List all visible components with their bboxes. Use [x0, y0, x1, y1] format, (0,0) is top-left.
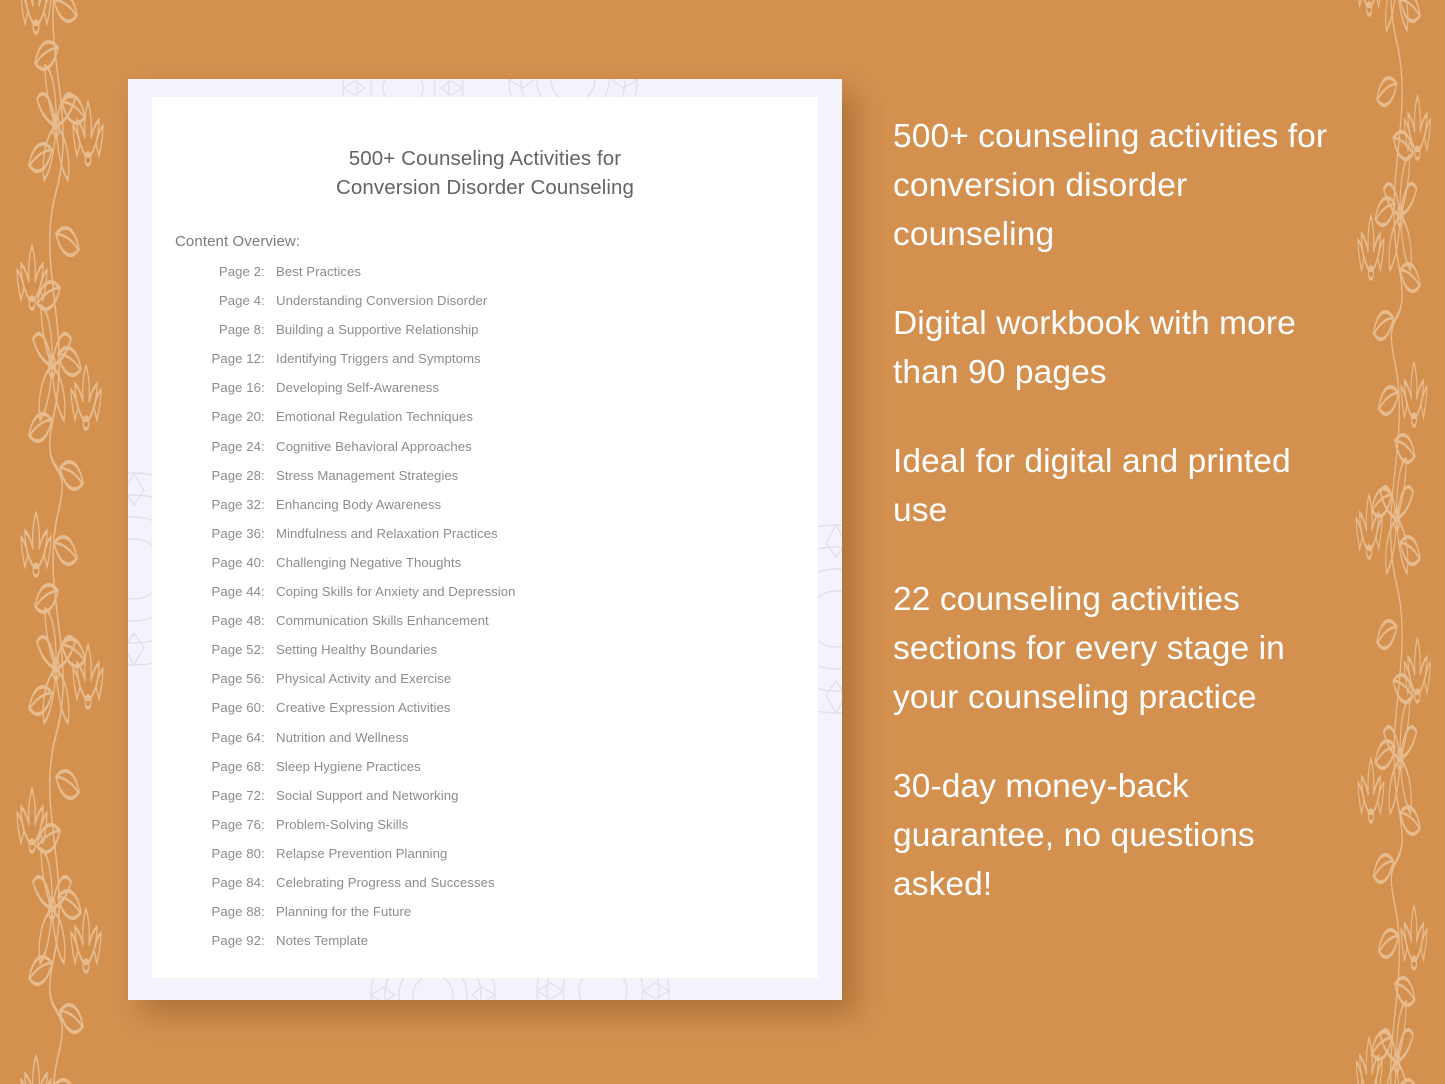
floral-vine-icon	[0, 0, 130, 1084]
toc-page-number: Page 52	[211, 642, 261, 658]
table-of-contents-row: Page 64: Nutrition and Wellness	[198, 730, 818, 759]
floral-border-left	[0, 0, 130, 1084]
toc-entry-title: Challenging Negative Thoughts	[276, 554, 462, 570]
toc-entry-title: Notes Template	[276, 933, 369, 949]
table-of-contents-row: Page 44: Coping Skills for Anxiety and De…	[198, 584, 818, 613]
toc-page-number: Page 80	[211, 845, 261, 861]
marketing-bullet-list: 500+ counseling activities for conversio…	[893, 112, 1345, 909]
floral-vine-icon	[1333, 0, 1445, 1084]
marketing-bullet: 22 counseling activities sections for ev…	[893, 581, 1285, 716]
toc-page-number: Page 32	[211, 496, 261, 512]
table-of-contents-row: Page 72: Social Support and Networking	[198, 788, 818, 817]
toc-page-number: Page 8	[218, 322, 261, 338]
table-of-contents-row: Page 52: Setting Healthy Boundaries	[198, 642, 818, 671]
table-of-contents-row: Page 76: Problem-Solving Skills	[198, 817, 818, 846]
document-title-line-2: Conversion Disorder Counseling	[335, 176, 635, 199]
table-of-contents-row: Page 60: Creative Expression Activities	[198, 700, 818, 729]
document-title: 500+ Counseling Activities for Conversio…	[152, 144, 818, 202]
table-of-contents-row: Page 16: Developing Self-Awareness	[198, 380, 818, 409]
toc-page-number: Page 28	[211, 467, 261, 483]
toc-entry-title: Physical Activity and Exercise	[276, 671, 452, 687]
toc-page-number: Page 20	[211, 409, 261, 425]
table-of-contents-row: Page 24: Cognitive Behavioral Approaches	[198, 439, 818, 468]
toc-entry-title: Sleep Hygiene Practices	[276, 758, 421, 774]
toc-page-number: Page 68	[211, 758, 261, 774]
toc-entry-title: Building a Supportive Relationship	[276, 322, 479, 338]
toc-entry-title: Best Practices	[276, 264, 361, 279]
toc-page-number: Page 88	[211, 904, 261, 920]
document-page: 500+ Counseling Activities for Conversio…	[152, 97, 818, 978]
toc-page-number: Page 64	[211, 729, 261, 745]
toc-entry-title: Planning for the Future	[276, 904, 412, 920]
table-of-contents-row: Page 92: Notes Template	[198, 933, 818, 962]
toc-page-number: Page 4	[218, 293, 261, 309]
table-of-contents-row: Page 8: Building a Supportive Relationshi…	[198, 322, 818, 351]
table-of-contents: Page 2: Best Practices Page 4: Understandin…	[198, 264, 818, 962]
marketing-bullet: Ideal for digital and printed use	[893, 443, 1291, 529]
toc-page-number: Page 44	[211, 584, 261, 600]
table-of-contents-row: Page 36: Mindfulness and Relaxation Pract…	[198, 526, 818, 555]
toc-page-number: Page 48	[211, 613, 261, 629]
toc-entry-title: Problem-Solving Skills	[276, 816, 409, 832]
toc-entry-title: Relapse Prevention Planning	[276, 845, 448, 861]
toc-page-number: Page 72	[211, 787, 261, 803]
marketing-bullet: 30-day money-back guarantee, no question…	[893, 768, 1255, 903]
floral-border-right	[1333, 0, 1445, 1084]
marketing-bullet: Digital workbook with more than 90 pages	[893, 305, 1296, 391]
toc-page-number: Page 40	[211, 554, 261, 570]
content-overview-label: Content Overview:	[175, 233, 301, 250]
toc-page-number: Page 60	[211, 700, 261, 716]
toc-entry-title: Celebrating Progress and Successes	[276, 874, 495, 890]
toc-page-number: Page 36	[211, 525, 261, 541]
table-of-contents-row: Page 80: Relapse Prevention Planning	[198, 846, 818, 875]
table-of-contents-row: Page 40: Challenging Negative Thoughts	[198, 555, 818, 584]
table-of-contents-row: Page 12: Identifying Triggers and Symptom…	[198, 351, 818, 380]
product-card: 500+ Counseling Activities for Conversio…	[128, 79, 842, 1000]
toc-page-number: Page 76	[211, 816, 261, 832]
toc-entry-title: Mindfulness and Relaxation Practices	[276, 525, 498, 541]
toc-page-number: Page 92	[211, 933, 261, 949]
table-of-contents-row: Page 84: Celebrating Progress and Success…	[198, 875, 818, 904]
table-of-contents-row: Page 4: Understanding Conversion Disorder	[198, 293, 818, 322]
toc-entry-title: Cognitive Behavioral Approaches	[276, 438, 472, 454]
table-of-contents-row: Page 88: Planning for the Future	[198, 904, 818, 933]
toc-entry-title: Nutrition and Wellness	[276, 729, 409, 745]
toc-entry-title: Developing Self-Awareness	[276, 380, 440, 396]
toc-entry-title: Communication Skills Enhancement	[276, 613, 489, 629]
marketing-bullet: 500+ counseling activities for conversio…	[893, 118, 1328, 253]
table-of-contents-row: Page 2: Best Practices	[198, 264, 818, 293]
toc-page-number: Page 84	[211, 874, 261, 890]
table-of-contents-row: Page 68: Sleep Hygiene Practices	[198, 759, 818, 788]
document-title-line-1: 500+ Counseling Activities for	[348, 147, 622, 170]
toc-page-number: Page 16	[211, 380, 261, 396]
toc-entry-title: Creative Expression Activities	[276, 700, 451, 716]
toc-entry-title: Coping Skills for Anxiety and Depression	[276, 584, 516, 600]
card-outer-frame: 500+ Counseling Activities for Conversio…	[128, 79, 842, 1000]
toc-entry-title: Enhancing Body Awareness	[276, 496, 442, 512]
toc-page-number: Page 12	[211, 351, 261, 367]
table-of-contents-row: Page 56: Physical Activity and Exercise	[198, 671, 818, 700]
table-of-contents-row: Page 32: Enhancing Body Awareness	[198, 497, 818, 526]
toc-entry-title: Identifying Triggers and Symptoms	[276, 351, 481, 367]
toc-page-number: Page 24	[211, 438, 261, 454]
toc-entry-title: Understanding Conversion Disorder	[276, 293, 488, 309]
toc-entry-title: Emotional Regulation Techniques	[276, 409, 474, 425]
toc-page-number: Page 56	[211, 671, 261, 687]
toc-entry-title: Social Support and Networking	[276, 787, 459, 803]
table-of-contents-row: Page 48: Communication Skills Enhancement	[198, 613, 818, 642]
toc-page-number: Page 2	[218, 264, 261, 279]
toc-entry-title: Stress Management Strategies	[276, 467, 459, 483]
table-of-contents-row: Page 20: Emotional Regulation Techniques	[198, 409, 818, 438]
toc-entry-title: Setting Healthy Boundaries	[276, 642, 438, 658]
table-of-contents-row: Page 28: Stress Management Strategies	[198, 468, 818, 497]
